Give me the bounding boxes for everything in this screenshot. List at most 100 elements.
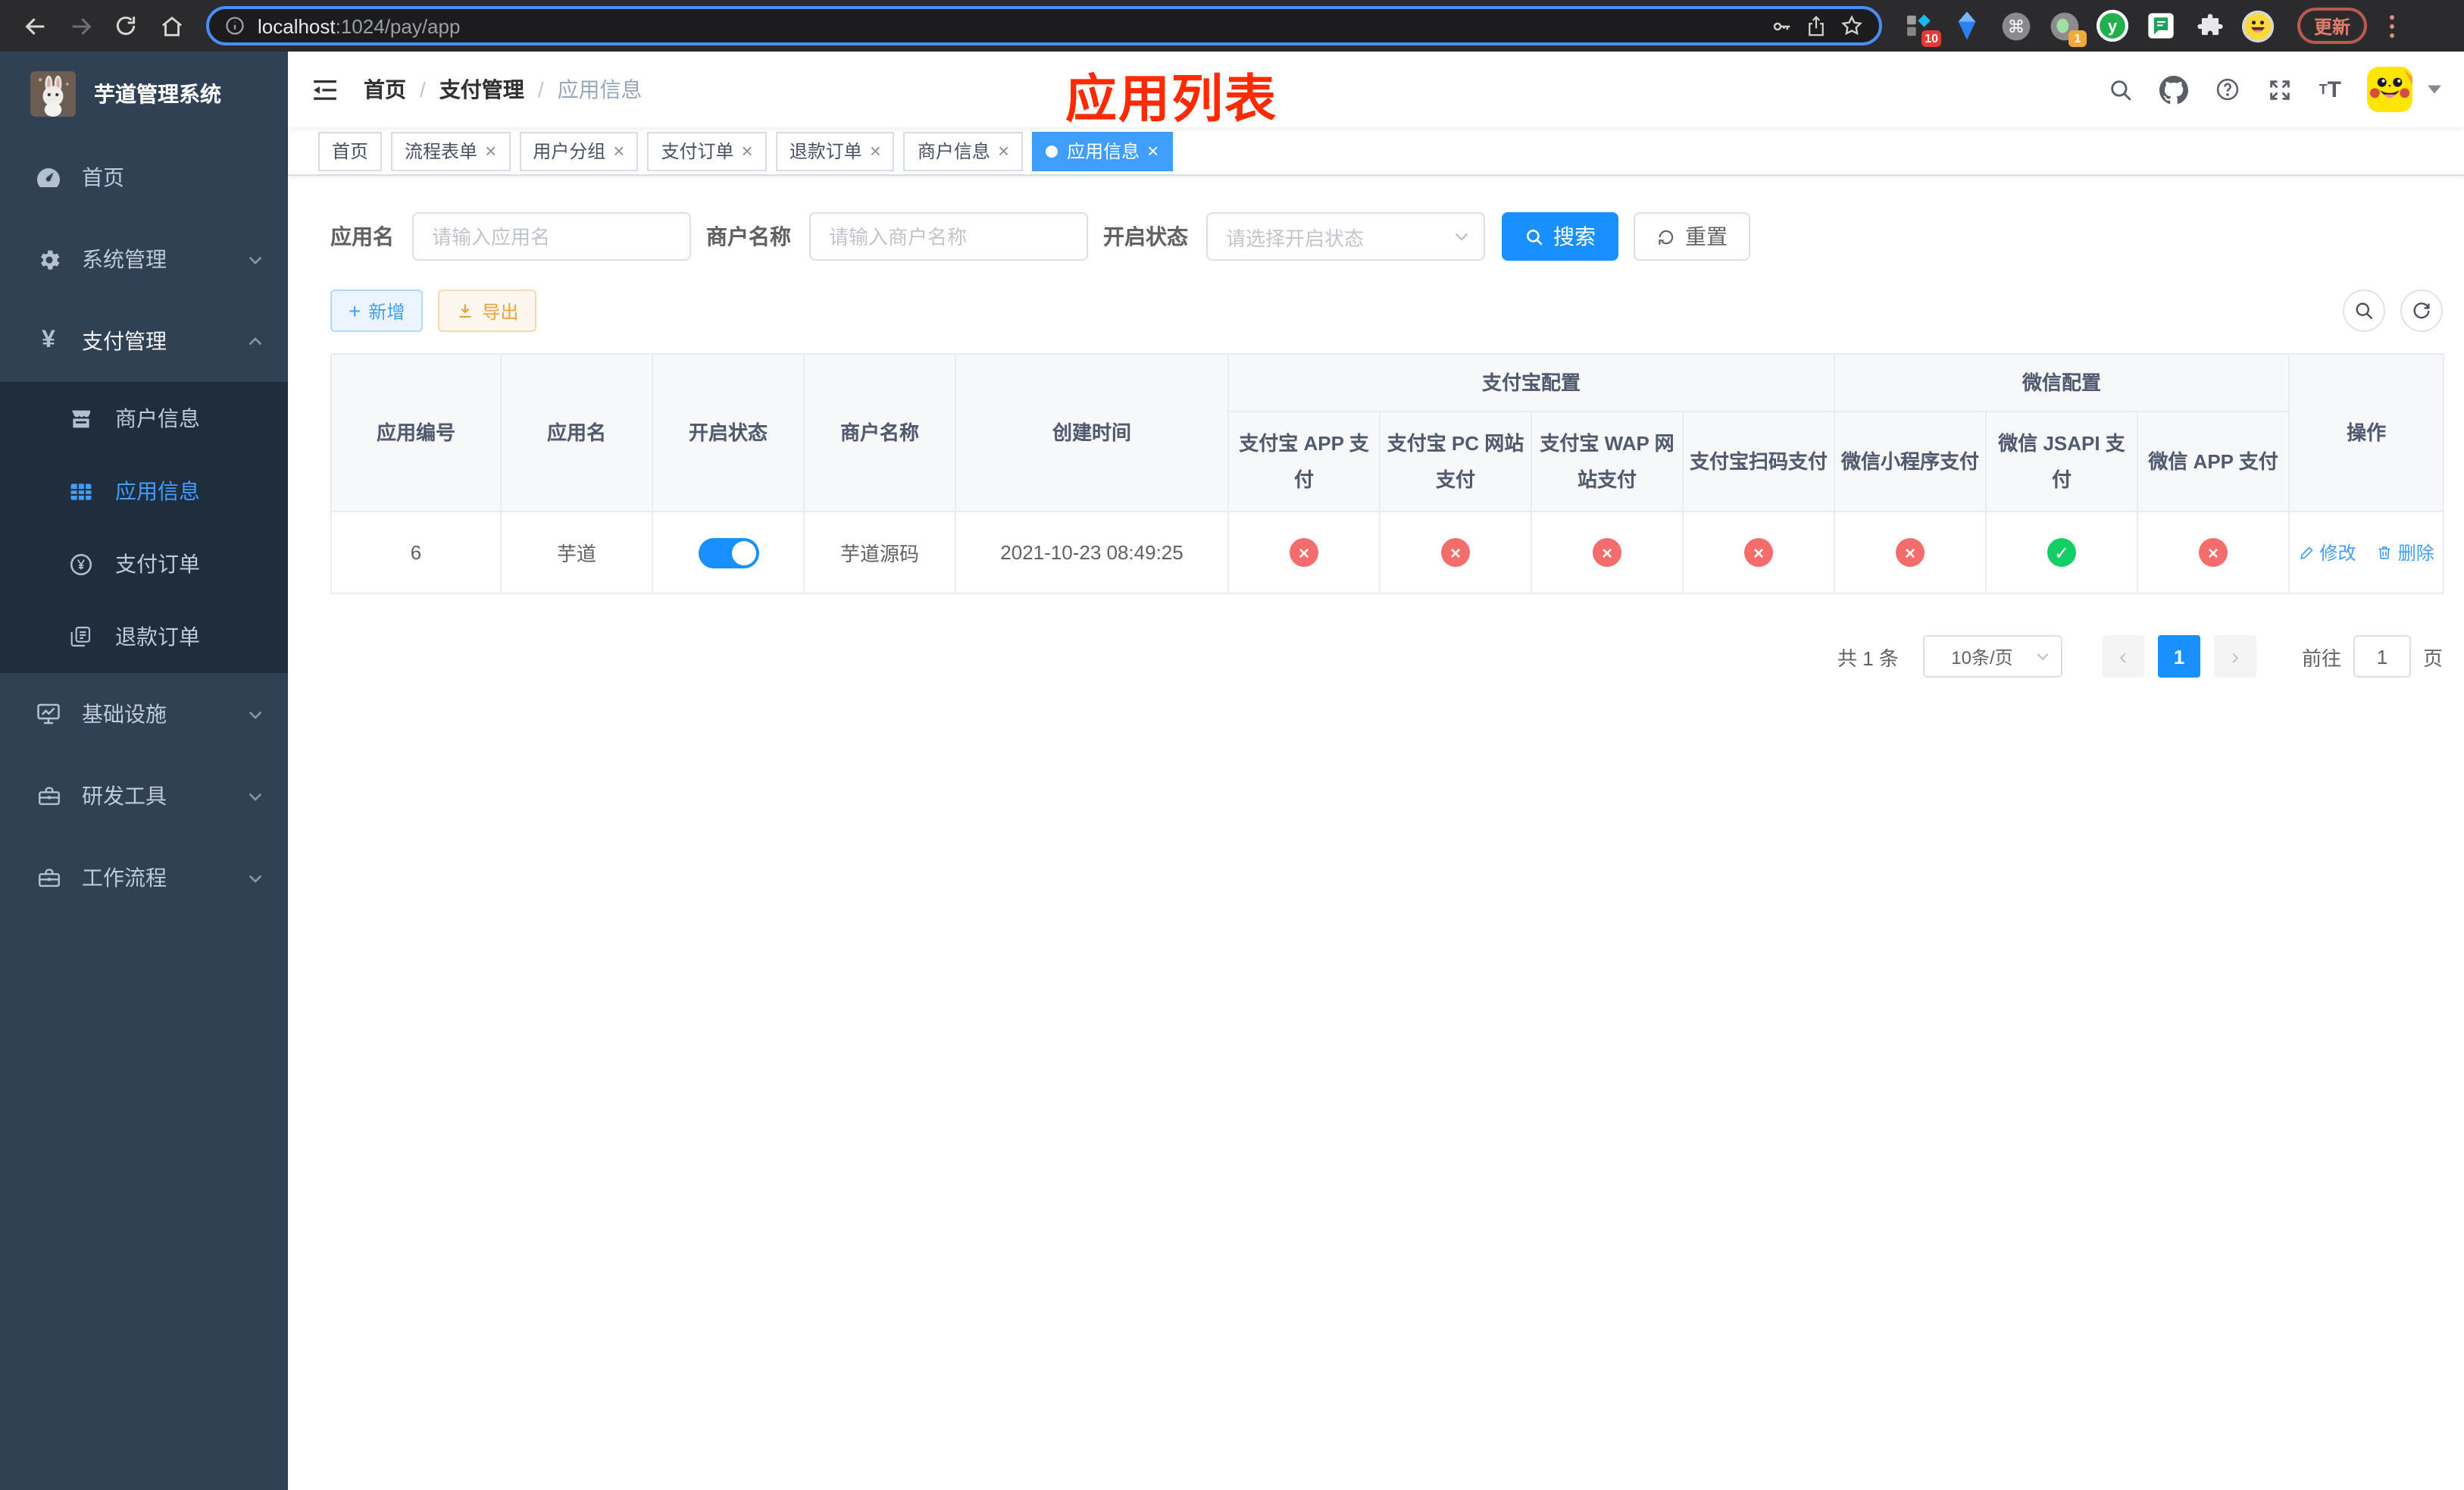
extensions-puzzle-icon[interactable] <box>2193 9 2226 42</box>
browser-update-button[interactable]: 更新 <box>2297 8 2368 44</box>
gear-icon <box>30 246 67 272</box>
sidebar-item-workflow[interactable]: 工作流程 <box>0 837 288 919</box>
extension-recorder-icon[interactable]: 1 <box>2047 9 2087 47</box>
col-header-wechat-app: 微信 APP 支付 <box>2137 411 2290 512</box>
browser-home-button[interactable] <box>152 6 191 45</box>
prev-page-button[interactable]: ‹ <box>2101 635 2144 678</box>
page-size-select[interactable]: 10条/页 <box>1922 635 2062 678</box>
documents-icon <box>64 624 97 649</box>
browser-reload-button[interactable] <box>106 6 145 45</box>
monitor-chart-icon <box>30 700 67 728</box>
goto-page-input[interactable] <box>2353 635 2411 678</box>
breadcrumb-home[interactable]: 首页 <box>364 74 406 105</box>
status-switch[interactable] <box>698 537 758 568</box>
tab-user-group[interactable]: 用户分组 × <box>519 131 639 171</box>
cell-app-id: 6 <box>330 511 502 594</box>
update-label: 更新 <box>2314 16 2351 37</box>
search-button-label: 搜索 <box>1553 224 1596 249</box>
sidebar-item-label: 退款订单 <box>115 624 200 649</box>
close-icon[interactable]: × <box>1147 141 1159 161</box>
breadcrumb-payment[interactable]: 支付管理 <box>439 74 524 105</box>
sidebar-item-home[interactable]: 首页 <box>0 136 288 218</box>
delete-link[interactable]: 删除 <box>2377 540 2434 565</box>
extension-command-icon[interactable]: ⌘ <box>1999 9 2032 42</box>
tab-app-info[interactable]: 应用信息 × <box>1032 131 1173 171</box>
close-icon[interactable]: × <box>742 141 753 161</box>
font-size-icon[interactable]: TT <box>2319 78 2341 101</box>
help-icon[interactable] <box>2215 76 2242 103</box>
wechat-jsapi-status-icon: ✓ <box>2047 538 2077 567</box>
delete-link-label: 删除 <box>2397 543 2434 564</box>
tab-merchant-info[interactable]: 商户信息 × <box>903 131 1024 171</box>
top-navbar: 首页 / 支付管理 / 应用信息 TT 应用列表 <box>288 52 2464 129</box>
status-select[interactable]: 请选择开启状态 <box>1206 212 1485 261</box>
search-icon[interactable] <box>2109 77 2134 102</box>
address-bar[interactable]: localhost:1024/pay/app <box>206 6 1882 45</box>
toolbox-icon <box>30 783 67 809</box>
sidebar-item-infra[interactable]: 基础设施 <box>0 673 288 755</box>
app-name-input[interactable] <box>412 212 691 261</box>
breadcrumb-separator: / <box>420 77 426 102</box>
browser-forward-button[interactable] <box>61 6 100 45</box>
browser-back-button[interactable] <box>15 6 55 45</box>
page-number-1[interactable]: 1 <box>2157 635 2200 678</box>
close-icon[interactable]: × <box>485 141 496 161</box>
site-info-icon[interactable] <box>224 15 245 36</box>
bookmark-star-icon[interactable] <box>1840 14 1864 38</box>
merchant-name-input[interactable] <box>809 212 1088 261</box>
export-button[interactable]: 导出 <box>438 290 537 332</box>
next-page-button[interactable]: › <box>2213 635 2256 678</box>
search-button[interactable]: 搜索 <box>1502 212 1618 261</box>
close-icon[interactable]: × <box>998 141 1009 161</box>
cell-merchant: 芋道源码 <box>803 511 956 594</box>
browser-menu-icon[interactable] <box>2379 14 2403 37</box>
app-title: 芋道管理系统 <box>94 82 221 106</box>
sidebar-item-label: 支付管理 <box>82 329 167 353</box>
extension-notes-icon[interactable] <box>2144 9 2178 42</box>
col-header-alipay-qr: 支付宝扫码支付 <box>1681 411 1836 512</box>
user-avatar[interactable] <box>2367 67 2412 112</box>
sidebar-item-label: 商户信息 <box>115 406 200 430</box>
close-icon[interactable]: × <box>870 141 881 161</box>
pagination: 共 1 条 10条/页 ‹ 1 › 前往 页 <box>330 635 2443 678</box>
share-icon[interactable] <box>1805 14 1828 37</box>
github-icon[interactable] <box>2159 75 2189 104</box>
sidebar-item-refund-order[interactable]: 退款订单 <box>0 600 288 673</box>
sidebar-item-app-info[interactable]: 应用信息 <box>0 455 288 527</box>
edit-link[interactable]: 修改 <box>2298 540 2356 565</box>
sidebar-item-merchant-info[interactable]: 商户信息 <box>0 382 288 455</box>
page-content: 应用名 商户名称 开启状态 请选择开启状态 <box>288 176 2464 678</box>
extension-balloon-icon[interactable] <box>1950 9 1984 42</box>
profile-avatar-icon[interactable] <box>2241 9 2275 42</box>
tab-home[interactable]: 首页 <box>318 131 383 171</box>
sidebar-item-system[interactable]: 系统管理 <box>0 218 288 300</box>
page-size-value: 10条/页 <box>1951 646 2013 668</box>
refresh-button[interactable] <box>2400 290 2443 332</box>
sidebar-fold-icon[interactable] <box>311 75 339 104</box>
reset-button-label: 重置 <box>1685 224 1728 249</box>
chevron-down-icon <box>247 869 264 886</box>
url-path: :1024/pay/app <box>335 14 461 37</box>
chevron-down-icon <box>247 706 264 722</box>
sidebar-item-payment[interactable]: ¥ 支付管理 <box>0 300 288 382</box>
close-icon[interactable]: × <box>613 141 624 161</box>
extension-grid-icon[interactable]: 10 <box>1902 9 1941 47</box>
toggle-search-button[interactable] <box>2343 290 2385 332</box>
sidebar-logo[interactable]: 芋道管理系统 <box>0 52 288 136</box>
password-key-icon[interactable] <box>1770 14 1793 37</box>
sidebar-item-dev-tools[interactable]: 研发工具 <box>0 755 288 837</box>
tab-pay-order[interactable]: 支付订单 × <box>647 131 767 171</box>
avatar-caret-icon[interactable] <box>2428 85 2441 94</box>
tab-refund-order[interactable]: 退款订单 × <box>775 131 895 171</box>
tab-process-form[interactable]: 流程表单 × <box>391 131 511 171</box>
alipay-pc-status-icon: × <box>1441 538 1470 567</box>
add-button[interactable]: + 新增 <box>330 290 424 332</box>
col-header-alipay-wap: 支付宝 WAP 网站支付 <box>1531 411 1684 512</box>
sidebar-item-pay-order[interactable]: 支付订单 <box>0 527 288 600</box>
reset-button[interactable]: 重置 <box>1634 212 1750 261</box>
extension-yudao-icon[interactable]: y <box>2096 9 2129 42</box>
fullscreen-icon[interactable] <box>2268 77 2294 102</box>
col-header-create-time: 创建时间 <box>955 353 1229 512</box>
breadcrumb: 首页 / 支付管理 / 应用信息 <box>364 74 643 105</box>
dashboard-icon <box>30 164 67 191</box>
